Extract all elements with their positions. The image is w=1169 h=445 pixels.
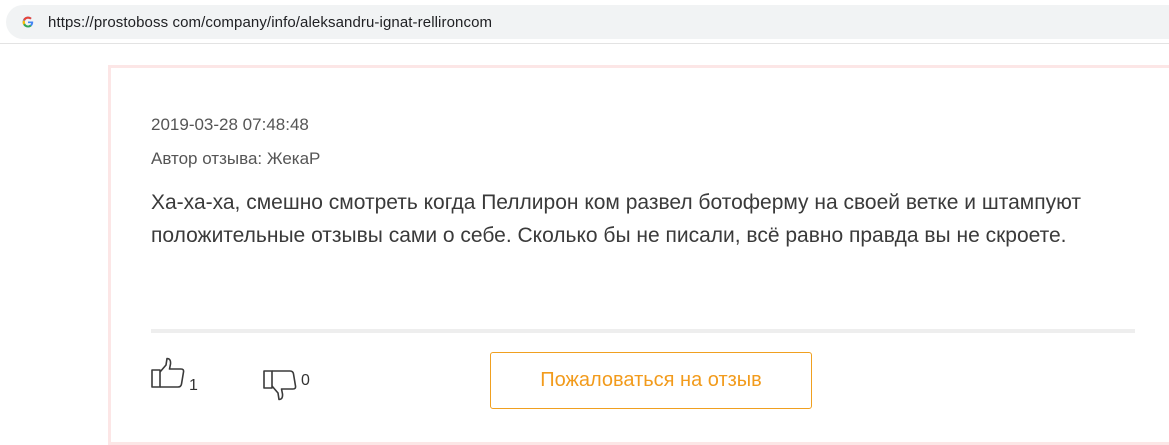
review-author: Автор отзыва: ЖекаР (151, 149, 321, 168)
like-button[interactable]: 1 (151, 357, 198, 394)
thumbs-up-icon (151, 357, 185, 394)
dislike-button[interactable]: 0 (263, 369, 310, 406)
google-g-icon (21, 15, 35, 29)
review-divider (151, 329, 1135, 333)
review-date: 2019-03-28 07:48:48 (151, 115, 309, 134)
dislike-count: 0 (301, 372, 310, 389)
url-text[interactable]: https://prostoboss com/company/info/alek… (48, 14, 492, 31)
review-text: Ха-ха-ха, смешно смотреть когда Пеллирон… (151, 191, 1081, 247)
thumbs-down-icon (263, 369, 297, 406)
address-bar[interactable]: https://prostoboss com/company/info/alek… (6, 5, 1169, 39)
complain-button[interactable]: Пожаловаться на отзыв (490, 352, 812, 409)
like-count: 1 (189, 377, 198, 394)
toolbar-divider (0, 43, 1169, 44)
